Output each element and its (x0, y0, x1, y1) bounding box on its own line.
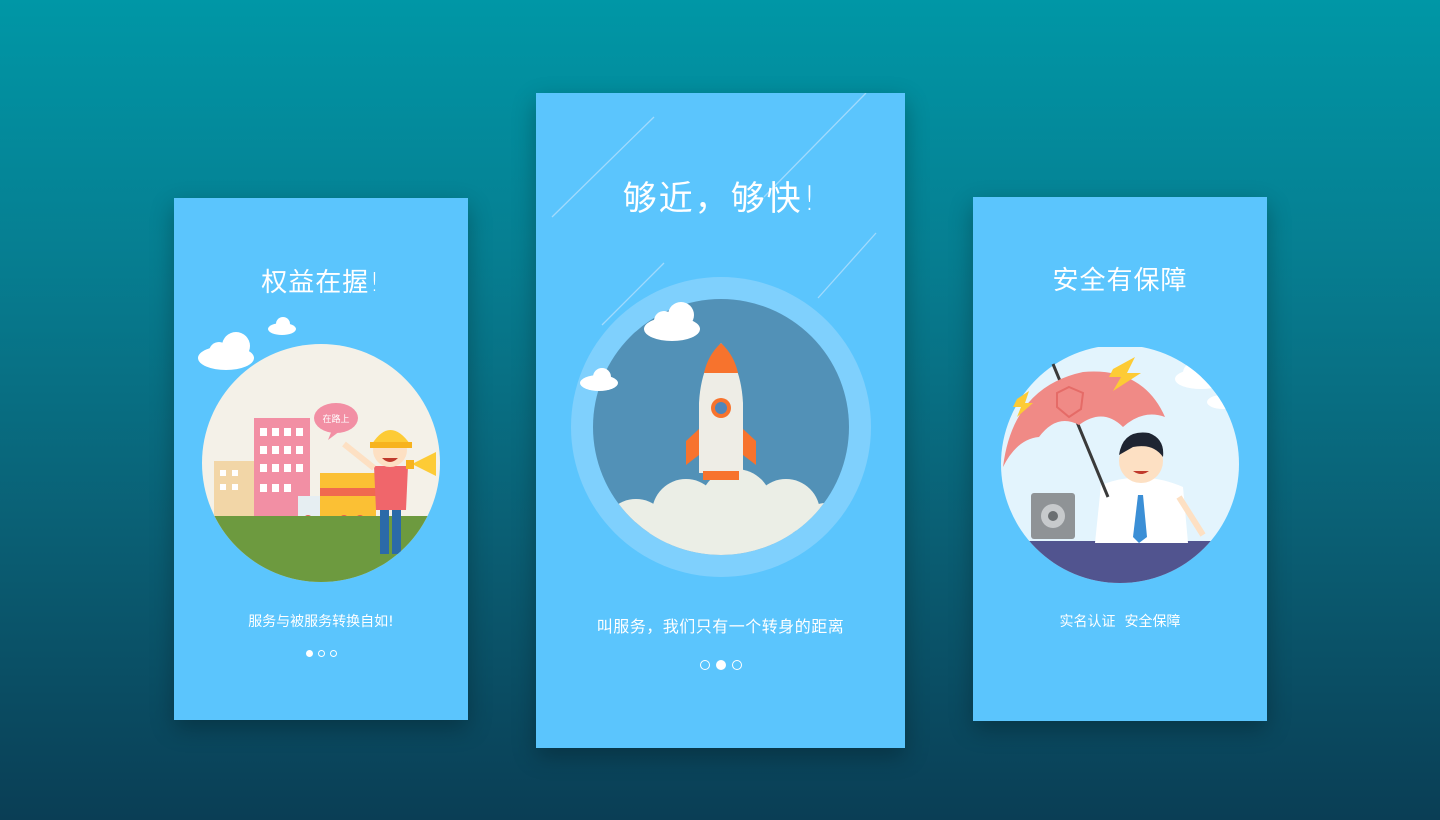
page-dot-1[interactable] (305, 650, 313, 657)
page-dot-2[interactable] (715, 660, 726, 670)
cloud-icon (198, 332, 254, 370)
card-subtitle: 服务与被服务转换自如! (248, 614, 394, 630)
page-indicator (536, 660, 905, 670)
page-dot-2[interactable] (317, 650, 325, 657)
cloud-icon (268, 317, 296, 335)
page-dot-3[interactable] (329, 650, 337, 657)
safe-icon (1031, 493, 1075, 539)
rocket-illustration (551, 93, 877, 577)
page-dot-3[interactable] (731, 660, 742, 670)
card-subtitle: 实名认证 安全保障 (1059, 614, 1181, 630)
card-title: 权益在握! (261, 268, 381, 298)
onboarding-card-fast[interactable]: 够近，够快! 叫服务，我们只有一个转身的距离 (536, 93, 905, 748)
card-subtitle: 叫服务，我们只有一个转身的距离 (596, 617, 845, 636)
card-title: 够近，够快! (622, 179, 819, 219)
worker-illustration: 在路上 (198, 317, 440, 582)
onboarding-card-security[interactable]: 安全有保障 实名认证 安全保障 (973, 197, 1267, 721)
speech-bubble-text: 在路上 (322, 413, 349, 425)
page-dot-1[interactable] (699, 660, 710, 670)
card-title: 安全有保障 (1052, 266, 1188, 296)
onboarding-card-rights[interactable]: 权益在握! 在路上 服务与被服务转换自如! (174, 198, 468, 720)
page-indicator (174, 650, 468, 657)
umbrella-illustration (1001, 347, 1239, 583)
